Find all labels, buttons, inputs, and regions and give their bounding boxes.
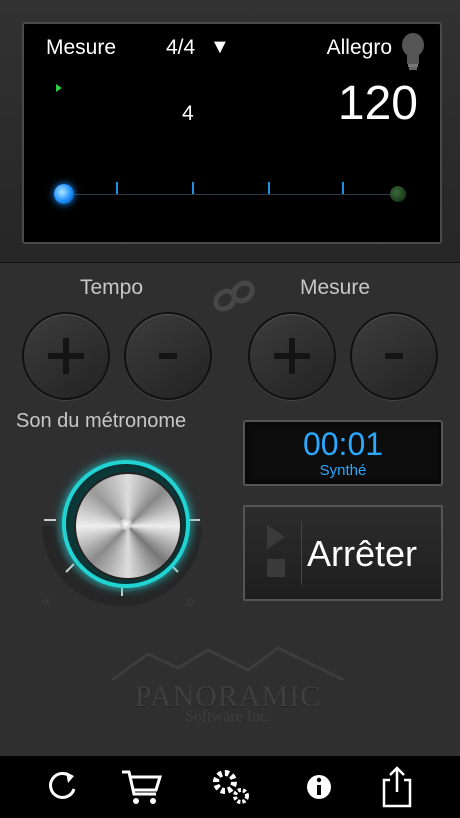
elapsed-time: 00:01: [302, 426, 384, 462]
play-stop-icon: [267, 525, 285, 577]
beat-end-indicator: [390, 186, 406, 202]
beat-position-indicator: [54, 184, 74, 204]
cart-icon[interactable]: [118, 764, 164, 810]
settings-icon[interactable]: [208, 764, 254, 810]
share-icon[interactable]: [374, 764, 420, 810]
measure-label: Mesure: [300, 276, 371, 299]
plus-icon: [274, 338, 310, 374]
brand-subtitle: Software Inc.: [184, 708, 272, 725]
top-panel: Mesure 4/4 ▼ Allegro 4 120: [0, 0, 460, 263]
tempo-plus-button[interactable]: [22, 312, 110, 400]
sound-dial[interactable]: « »: [38, 450, 206, 610]
stop-button[interactable]: Arrêter: [243, 505, 443, 601]
svg-text:»: »: [184, 589, 196, 610]
svg-text:«: «: [40, 589, 52, 610]
beat-tick: [116, 182, 118, 194]
minus-icon: [159, 353, 177, 359]
meter-label: Mesure: [46, 36, 117, 59]
info-icon[interactable]: [296, 764, 342, 810]
tempo-name: Allegro: [326, 36, 392, 59]
time-signature-value[interactable]: 4/4: [166, 36, 195, 60]
metronome-display: Mesure 4/4 ▼ Allegro 4 120: [22, 22, 442, 244]
lightbulb-icon[interactable]: [400, 32, 426, 77]
measure-minus-button[interactable]: [350, 312, 438, 400]
beat-tick: [192, 182, 194, 194]
measure-plus-button[interactable]: [248, 312, 336, 400]
sound-name: Synthé: [319, 462, 367, 479]
play-indicator-icon: [56, 84, 62, 92]
knob-center: [120, 518, 132, 530]
refresh-icon[interactable]: [40, 764, 86, 810]
stop-divider: [301, 521, 302, 585]
mountain-logo-icon: [111, 646, 345, 680]
bpm-value: 120: [337, 77, 418, 130]
stop-label: Arrêter: [307, 533, 418, 574]
sound-lcd: 00:01 Synthé: [243, 420, 443, 486]
tempo-label: Tempo: [80, 276, 144, 299]
plus-icon: [48, 338, 84, 374]
metronome-sound-label: Son du métronome: [16, 410, 187, 432]
bottom-toolbar: [0, 756, 460, 818]
beat-count: 4: [182, 102, 194, 125]
beat-tick: [342, 182, 344, 194]
beat-tick: [268, 182, 270, 194]
minus-icon: [385, 353, 403, 359]
tempo-minus-button[interactable]: [124, 312, 212, 400]
panoramic-logo: PANORAMIC Software Inc.: [108, 640, 348, 730]
beat-track: [62, 194, 398, 195]
time-signature-dropdown-icon[interactable]: ▼: [210, 36, 230, 59]
